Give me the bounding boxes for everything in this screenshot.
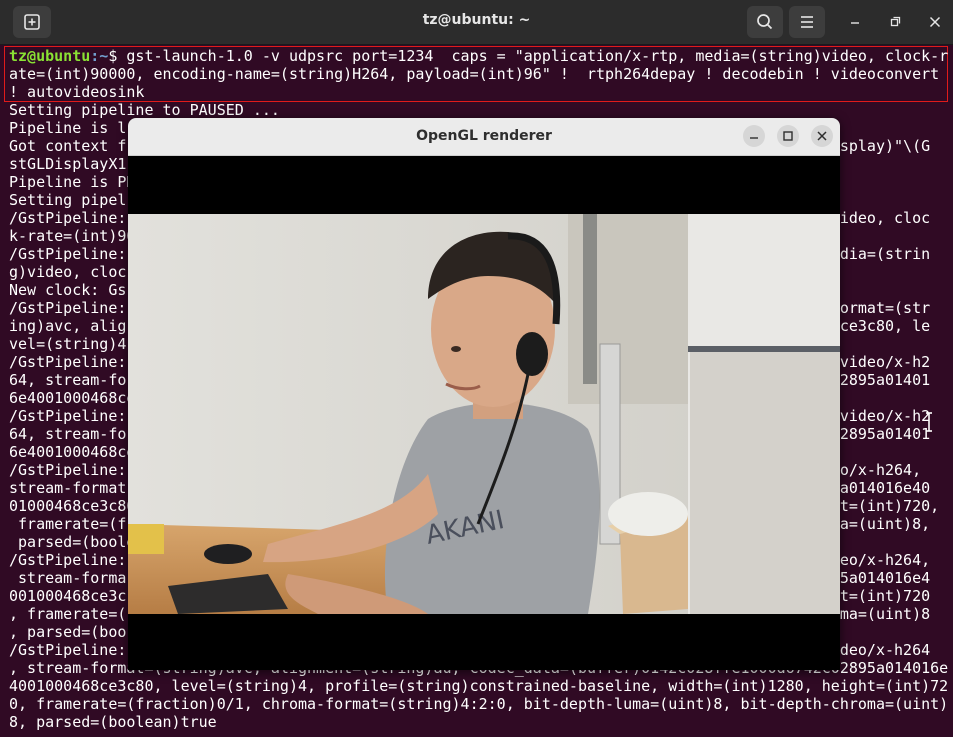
text-cursor-icon (926, 412, 932, 432)
renderer-minimize-button[interactable] (743, 125, 765, 147)
terminal-line: ! autovideosink (9, 83, 145, 101)
terminal-titlebar: tz@ubuntu: ~ (0, 0, 953, 45)
maximize-button[interactable] (885, 12, 905, 32)
search-button[interactable] (747, 6, 783, 38)
renderer-close-button[interactable] (811, 125, 833, 147)
prompt-path: :~ (90, 47, 109, 65)
command-text: gst-launch-1.0 -v udpsrc port=1234 caps … (126, 47, 949, 65)
hamburger-menu-icon (801, 16, 813, 28)
maximize-icon (783, 131, 793, 141)
command-line: tz@ubuntu:~$ gst-launch-1.0 -v udpsrc po… (9, 47, 948, 65)
maximize-icon (890, 16, 901, 27)
close-button[interactable] (925, 12, 945, 32)
webcam-video-image: AKANI (128, 214, 840, 614)
close-icon (817, 131, 827, 141)
terminal-line: 4001000468ce3c80, level=(string)4, profi… (9, 677, 949, 695)
terminal-line: ate=(int)90000, encoding-name=(string)H2… (9, 65, 940, 83)
menu-button[interactable] (789, 6, 825, 38)
close-icon (929, 16, 941, 28)
minimize-icon (851, 22, 859, 24)
prompt-sign: $ (108, 47, 127, 65)
terminal-line: Setting pipeline to PAUSED ... (9, 101, 280, 119)
renderer-title: OpenGL renderer (416, 128, 552, 144)
terminal-line: 8, parsed=(boolean)true (9, 713, 217, 731)
renderer-maximize-button[interactable] (777, 125, 799, 147)
terminal-line: 0, framerate=(fraction)0/1, chroma-forma… (9, 695, 949, 713)
minimize-icon (750, 137, 758, 139)
search-icon (757, 14, 773, 30)
renderer-titlebar[interactable]: OpenGL renderer (128, 118, 840, 156)
opengl-renderer-window[interactable]: OpenGL renderer AKANI (128, 118, 840, 670)
prompt-user: tz@ubuntu (9, 47, 91, 65)
minimize-button[interactable] (845, 12, 865, 32)
video-frame: AKANI (128, 214, 840, 614)
